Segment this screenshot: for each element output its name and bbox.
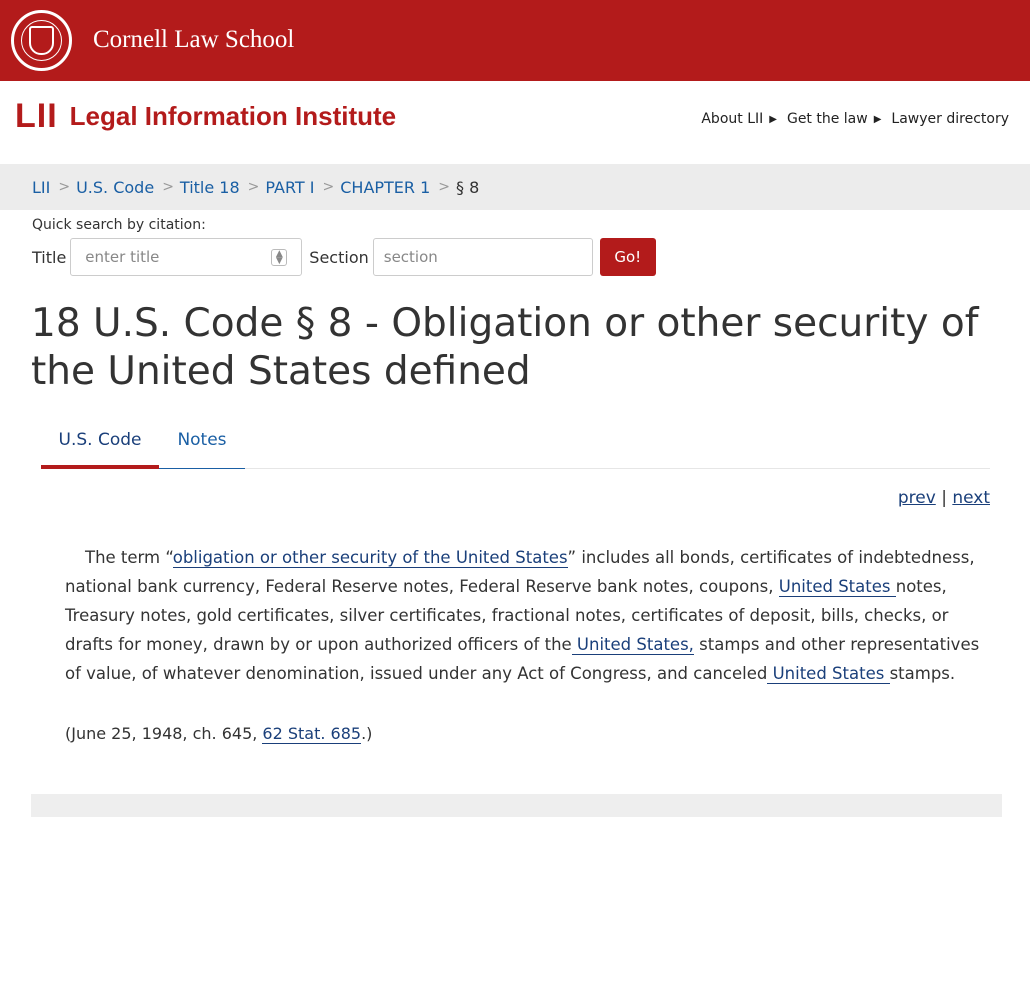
- breadcrumb-chapter-1[interactable]: CHAPTER 1: [340, 178, 430, 197]
- go-button[interactable]: Go!: [599, 238, 656, 276]
- breadcrumb-separator: >: [58, 179, 71, 195]
- caret-right-icon: ▶: [769, 113, 777, 125]
- footer-strip: [31, 794, 1002, 817]
- definition-link[interactable]: obligation or other security of the Unit…: [172, 548, 568, 568]
- title-input[interactable]: enter title ▲ ▼: [70, 238, 303, 276]
- source-text: .): [361, 724, 373, 743]
- section-input[interactable]: section: [372, 238, 593, 276]
- lii-mark: LII: [15, 96, 58, 135]
- text-run: The term “: [85, 548, 173, 567]
- cornell-header-bar: Cornell Law School: [0, 0, 1030, 81]
- definition-link-united-states[interactable]: United States,: [571, 635, 694, 655]
- cornell-seal-icon[interactable]: [11, 10, 72, 71]
- nav-label: Get the law: [786, 111, 868, 127]
- top-nav: About LII ▶ Get the law ▶ Lawyer directo…: [701, 111, 1009, 127]
- nav-about-lii[interactable]: About LII ▶: [701, 111, 777, 127]
- statute-text: The term “obligation or other security o…: [65, 543, 985, 688]
- breadcrumb-lii[interactable]: LII: [32, 178, 50, 197]
- pager-separator: |: [941, 488, 947, 508]
- source-credit: (June 25, 1948, ch. 645, 62 Stat. 685.): [65, 724, 373, 744]
- pager: prev | next: [898, 488, 990, 508]
- breadcrumb-us-code[interactable]: U.S. Code: [76, 178, 154, 197]
- nav-lawyer-directory[interactable]: Lawyer directory: [891, 111, 1009, 127]
- text-run: stamps.: [889, 664, 956, 683]
- institution-name[interactable]: Cornell Law School: [93, 26, 294, 54]
- tab-us-code[interactable]: U.S. Code: [41, 425, 159, 469]
- next-link[interactable]: next: [952, 488, 990, 508]
- quick-search-form: Title enter title ▲ ▼ Section section Go!: [32, 237, 656, 277]
- breadcrumb-separator: >: [438, 179, 451, 195]
- source-text: (June 25, 1948, ch. 645,: [65, 724, 263, 743]
- prev-link[interactable]: prev: [898, 488, 936, 508]
- number-spinner-icon[interactable]: ▲ ▼: [271, 249, 288, 266]
- nav-get-the-law[interactable]: Get the law ▶: [787, 111, 881, 127]
- title-field-label: Title: [32, 247, 67, 267]
- section-placeholder: section: [383, 248, 438, 266]
- breadcrumb-separator: >: [162, 179, 174, 195]
- breadcrumb: LII > U.S. Code > Title 18 > PART I > CH…: [0, 164, 1030, 210]
- lii-name: Legal Information Institute: [69, 100, 397, 131]
- lii-logo[interactable]: LII Legal Information Institute: [15, 96, 397, 135]
- breadcrumb-part-1[interactable]: PART I: [265, 178, 314, 197]
- definition-link-united-states[interactable]: United States: [778, 577, 896, 597]
- quick-search-label: Quick search by citation:: [32, 217, 206, 233]
- page-title: 18 U.S. Code § 8 - Obligation or other s…: [31, 301, 979, 394]
- tab-bar: U.S. Code Notes: [41, 425, 990, 469]
- breadcrumb-title-18[interactable]: Title 18: [180, 178, 240, 197]
- breadcrumb-separator: >: [247, 179, 260, 195]
- statute-citation-link[interactable]: 62 Stat. 685: [262, 724, 362, 744]
- nav-label: Lawyer directory: [891, 111, 1009, 127]
- section-field-label: Section: [309, 247, 369, 267]
- tab-notes[interactable]: Notes: [159, 425, 245, 469]
- caret-right-icon: ▶: [873, 113, 882, 125]
- title-placeholder: enter title: [85, 248, 160, 266]
- definition-link-united-states[interactable]: United States: [767, 664, 890, 684]
- breadcrumb-current: § 8: [456, 177, 480, 197]
- nav-label: About LII: [701, 111, 764, 127]
- breadcrumb-separator: >: [322, 179, 335, 195]
